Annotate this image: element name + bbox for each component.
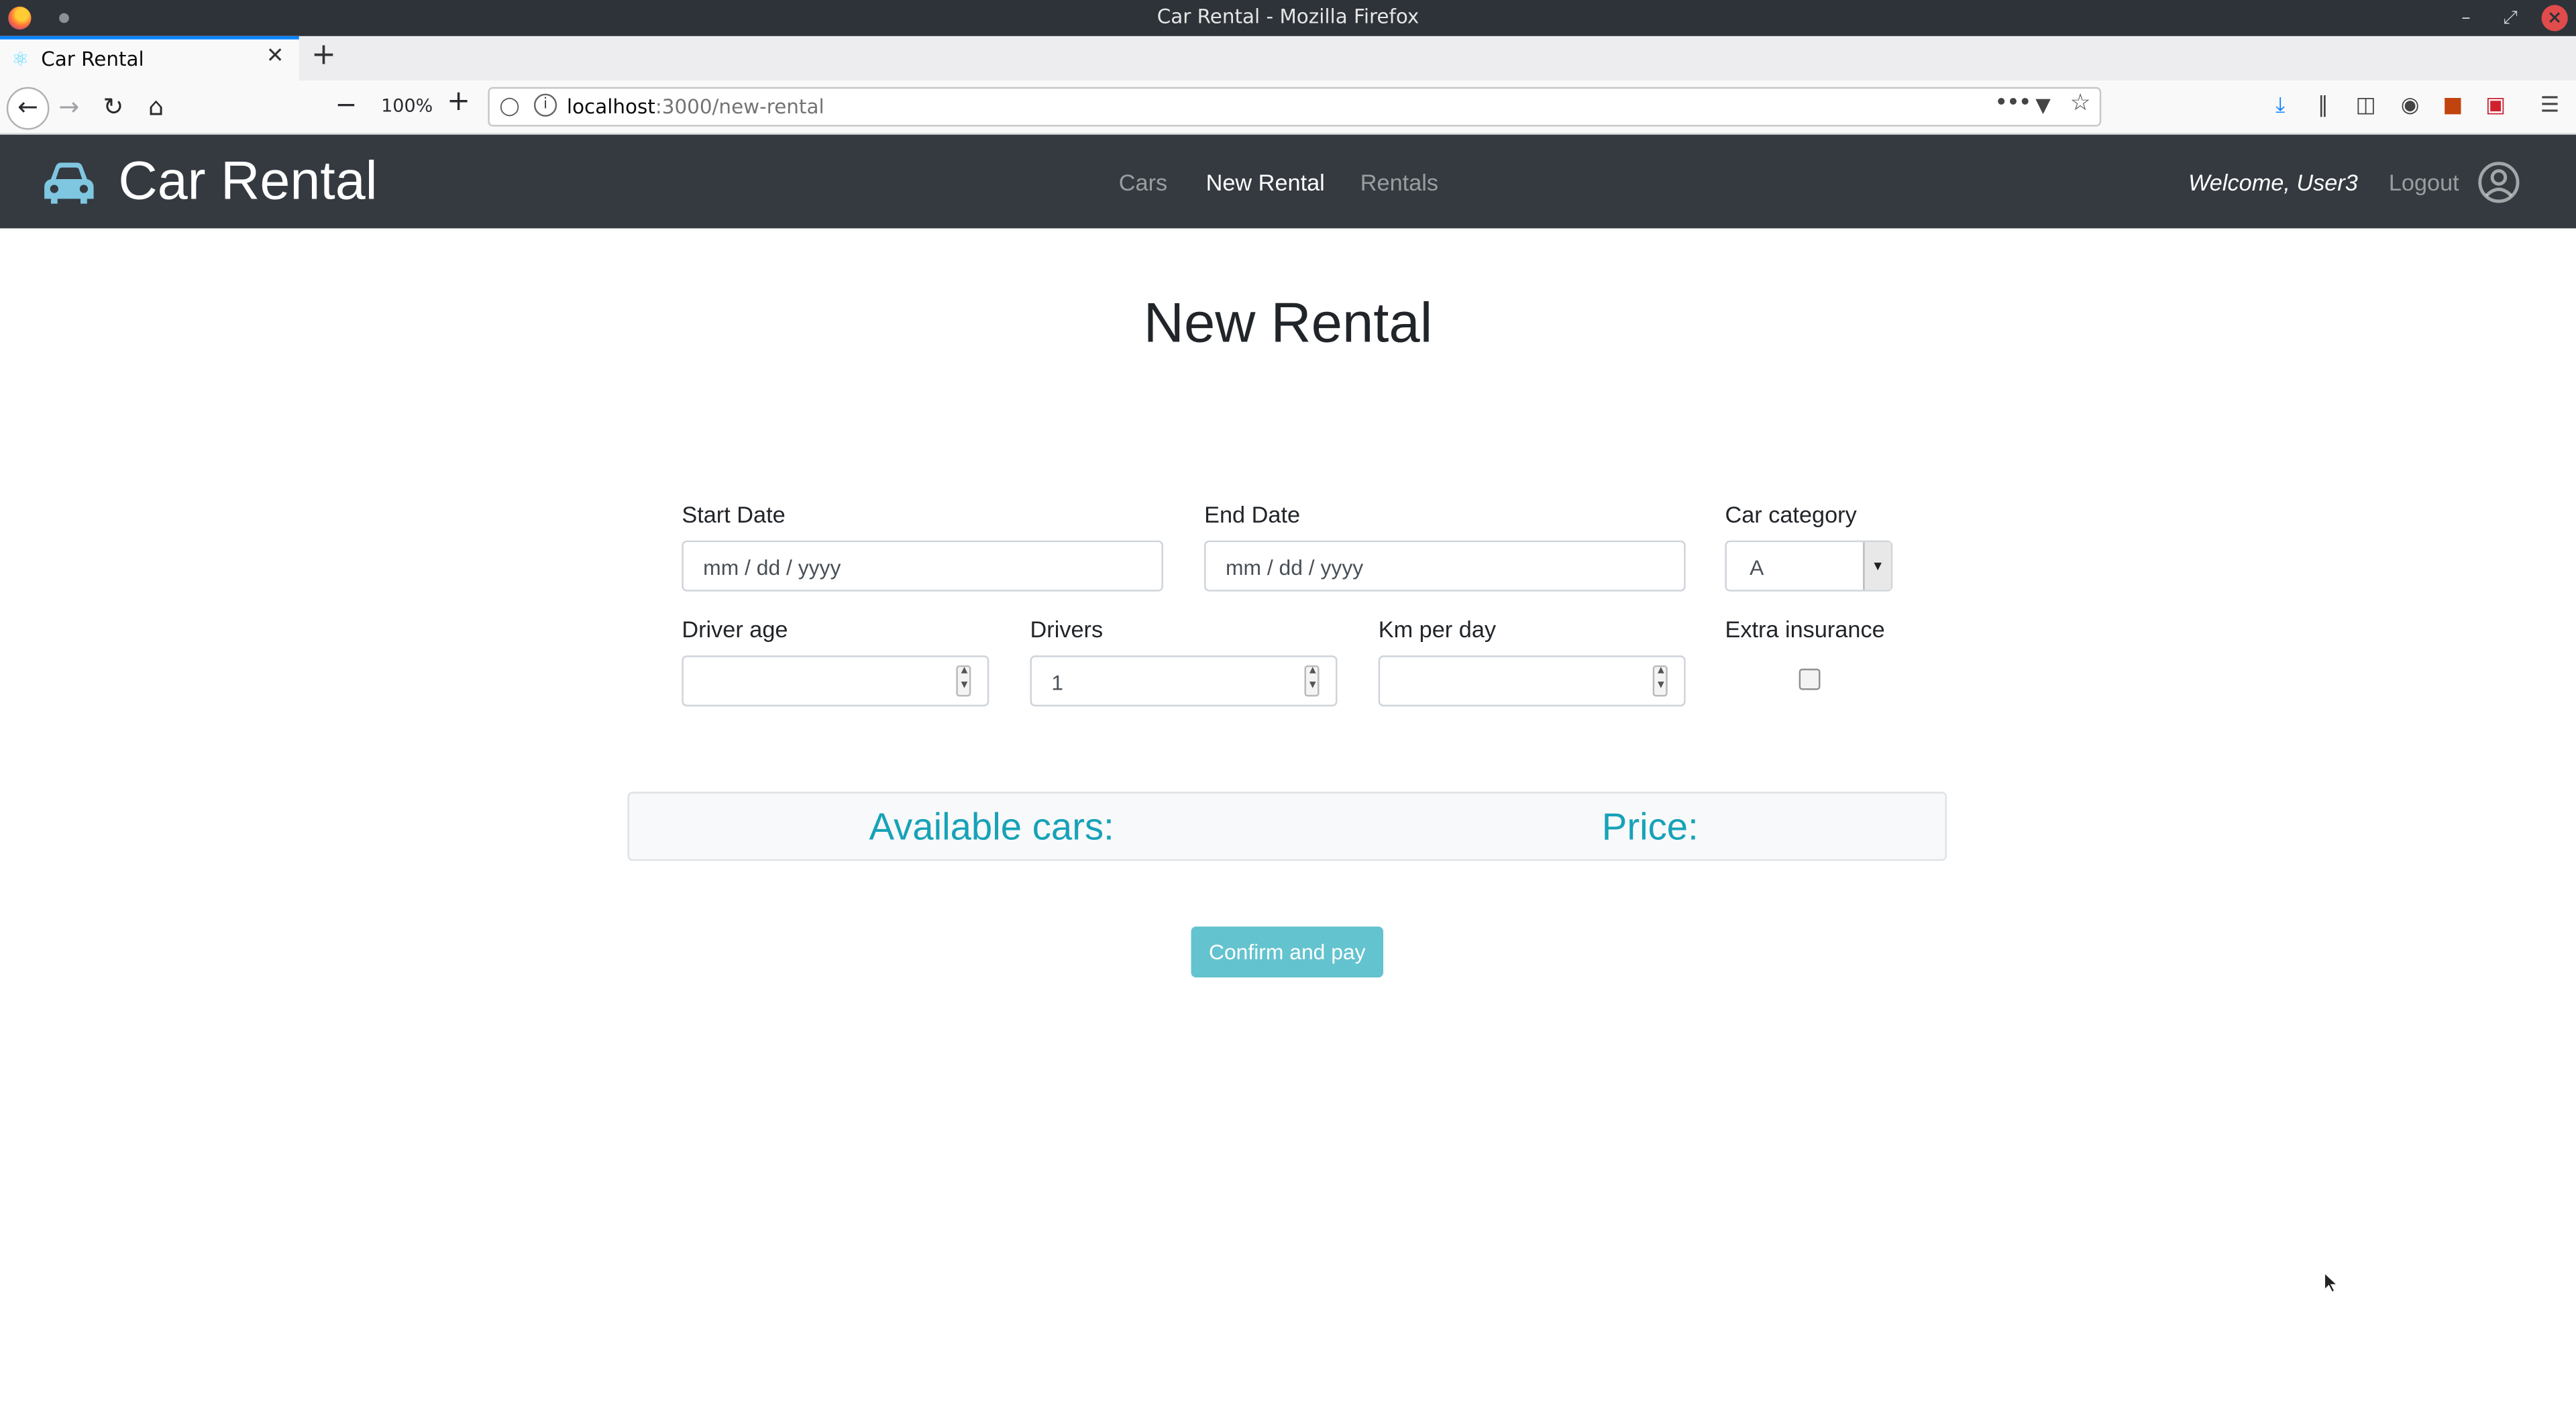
- url-bar[interactable]: ◯ i localhost:3000/new-rental ••• ▼ ☆: [488, 87, 2102, 127]
- window-title: Car Rental - Mozilla Firefox: [1157, 5, 1419, 28]
- driver-age-label: Driver age: [682, 616, 788, 643]
- km-per-day-stepper[interactable]: [1652, 662, 1668, 697]
- nav-link-new-rental[interactable]: New Rental: [1206, 169, 1325, 195]
- page-title: New Rental: [1143, 292, 1433, 355]
- logout-link[interactable]: Logout: [2389, 169, 2459, 195]
- extra-insurance-label: Extra insurance: [1725, 616, 1885, 643]
- site-info-icon[interactable]: i: [533, 93, 557, 117]
- new-tab-plus-icon[interactable]: +: [311, 38, 337, 72]
- km-per-day-input[interactable]: [1378, 655, 1686, 707]
- url-text[interactable]: localhost:3000/new-rental: [567, 95, 824, 118]
- sidebar-icon[interactable]: ◫: [2353, 94, 2379, 119]
- tracking-shield-icon[interactable]: ◯: [499, 95, 519, 117]
- nav-link-rentals[interactable]: Rentals: [1360, 169, 1438, 195]
- maximize-icon[interactable]: ⤢: [2497, 5, 2523, 31]
- bookmark-star-icon[interactable]: ☆: [2070, 91, 2091, 117]
- browser-viewport: Car Rental - Mozilla Firefox – ⤢ × ⚛ Car…: [0, 0, 2576, 1401]
- car-category-select[interactable]: A ▼: [1725, 540, 1893, 592]
- close-tab-icon[interactable]: ✕: [266, 44, 284, 69]
- driver-age-stepper[interactable]: [956, 662, 971, 697]
- zoom-in-icon[interactable]: +: [447, 85, 470, 118]
- browser-toolbar: ← → ↻ ⌂ − 100% + ◯ i localhost:3000/new-…: [0, 80, 2576, 135]
- extension-devtools-icon[interactable]: ▣: [2482, 94, 2508, 119]
- drivers-label: Drivers: [1030, 616, 1104, 643]
- home-icon[interactable]: ⌂: [138, 89, 174, 125]
- start-date-input[interactable]: mm / dd / yyyy: [682, 540, 1163, 592]
- tab-strip: ⚛ Car Rental ✕ +: [0, 36, 2576, 83]
- car-icon: [44, 162, 94, 204]
- km-per-day-label: Km per day: [1378, 616, 1497, 643]
- page-actions-icon[interactable]: •••: [1994, 91, 2032, 117]
- car-category-label: Car category: [1725, 500, 1857, 528]
- end-date-input[interactable]: mm / dd / yyyy: [1204, 540, 1686, 592]
- account-icon[interactable]: ◉: [2397, 94, 2423, 119]
- tab-title: Car Rental: [41, 48, 144, 71]
- price-label: Price:: [1601, 805, 1699, 848]
- start-date-label: Start Date: [682, 500, 786, 528]
- drivers-stepper[interactable]: [1304, 662, 1320, 697]
- available-cars-label: Available cars:: [869, 805, 1114, 848]
- user-avatar-icon[interactable]: [2477, 161, 2520, 204]
- extra-insurance-checkbox[interactable]: [1799, 668, 1821, 690]
- window-titlebar: Car Rental - Mozilla Firefox – ⤢ ×: [0, 0, 2576, 36]
- back-arrow-icon[interactable]: ←: [6, 87, 50, 130]
- forward-arrow-icon[interactable]: →: [51, 89, 87, 125]
- welcome-text: Welcome, User3: [2188, 169, 2358, 196]
- driver-age-input[interactable]: [682, 655, 989, 707]
- brand-title[interactable]: Car Rental: [118, 150, 377, 212]
- app-navbar: Car Rental Cars New Rental Rentals Welco…: [0, 134, 2576, 229]
- library-icon[interactable]: ‖: [2310, 94, 2336, 119]
- zoom-out-icon[interactable]: −: [335, 89, 358, 120]
- close-window-icon[interactable]: ×: [2541, 5, 2568, 32]
- extension-icon[interactable]: ■: [2440, 94, 2466, 119]
- mouse-cursor-icon: [2324, 1273, 2338, 1293]
- minimize-icon[interactable]: –: [2453, 5, 2479, 31]
- drivers-input[interactable]: 1: [1030, 655, 1338, 707]
- hamburger-menu-icon[interactable]: ☰: [2536, 94, 2563, 119]
- react-favicon-icon: ⚛: [11, 48, 30, 71]
- rental-summary-panel: Available cars: Price:: [627, 792, 1947, 861]
- browser-tab[interactable]: ⚛ Car Rental ✕: [0, 36, 299, 81]
- reload-icon[interactable]: ↻: [95, 89, 131, 125]
- nav-link-cars[interactable]: Cars: [1119, 169, 1167, 195]
- end-date-label: End Date: [1204, 500, 1301, 528]
- confirm-and-pay-button[interactable]: Confirm and pay: [1191, 926, 1384, 978]
- downloads-icon[interactable]: ⤓: [2267, 94, 2294, 119]
- zoom-level[interactable]: 100%: [381, 95, 433, 117]
- pocket-icon[interactable]: ▼: [2035, 94, 2051, 117]
- chevron-down-icon[interactable]: ▼: [1863, 542, 1891, 590]
